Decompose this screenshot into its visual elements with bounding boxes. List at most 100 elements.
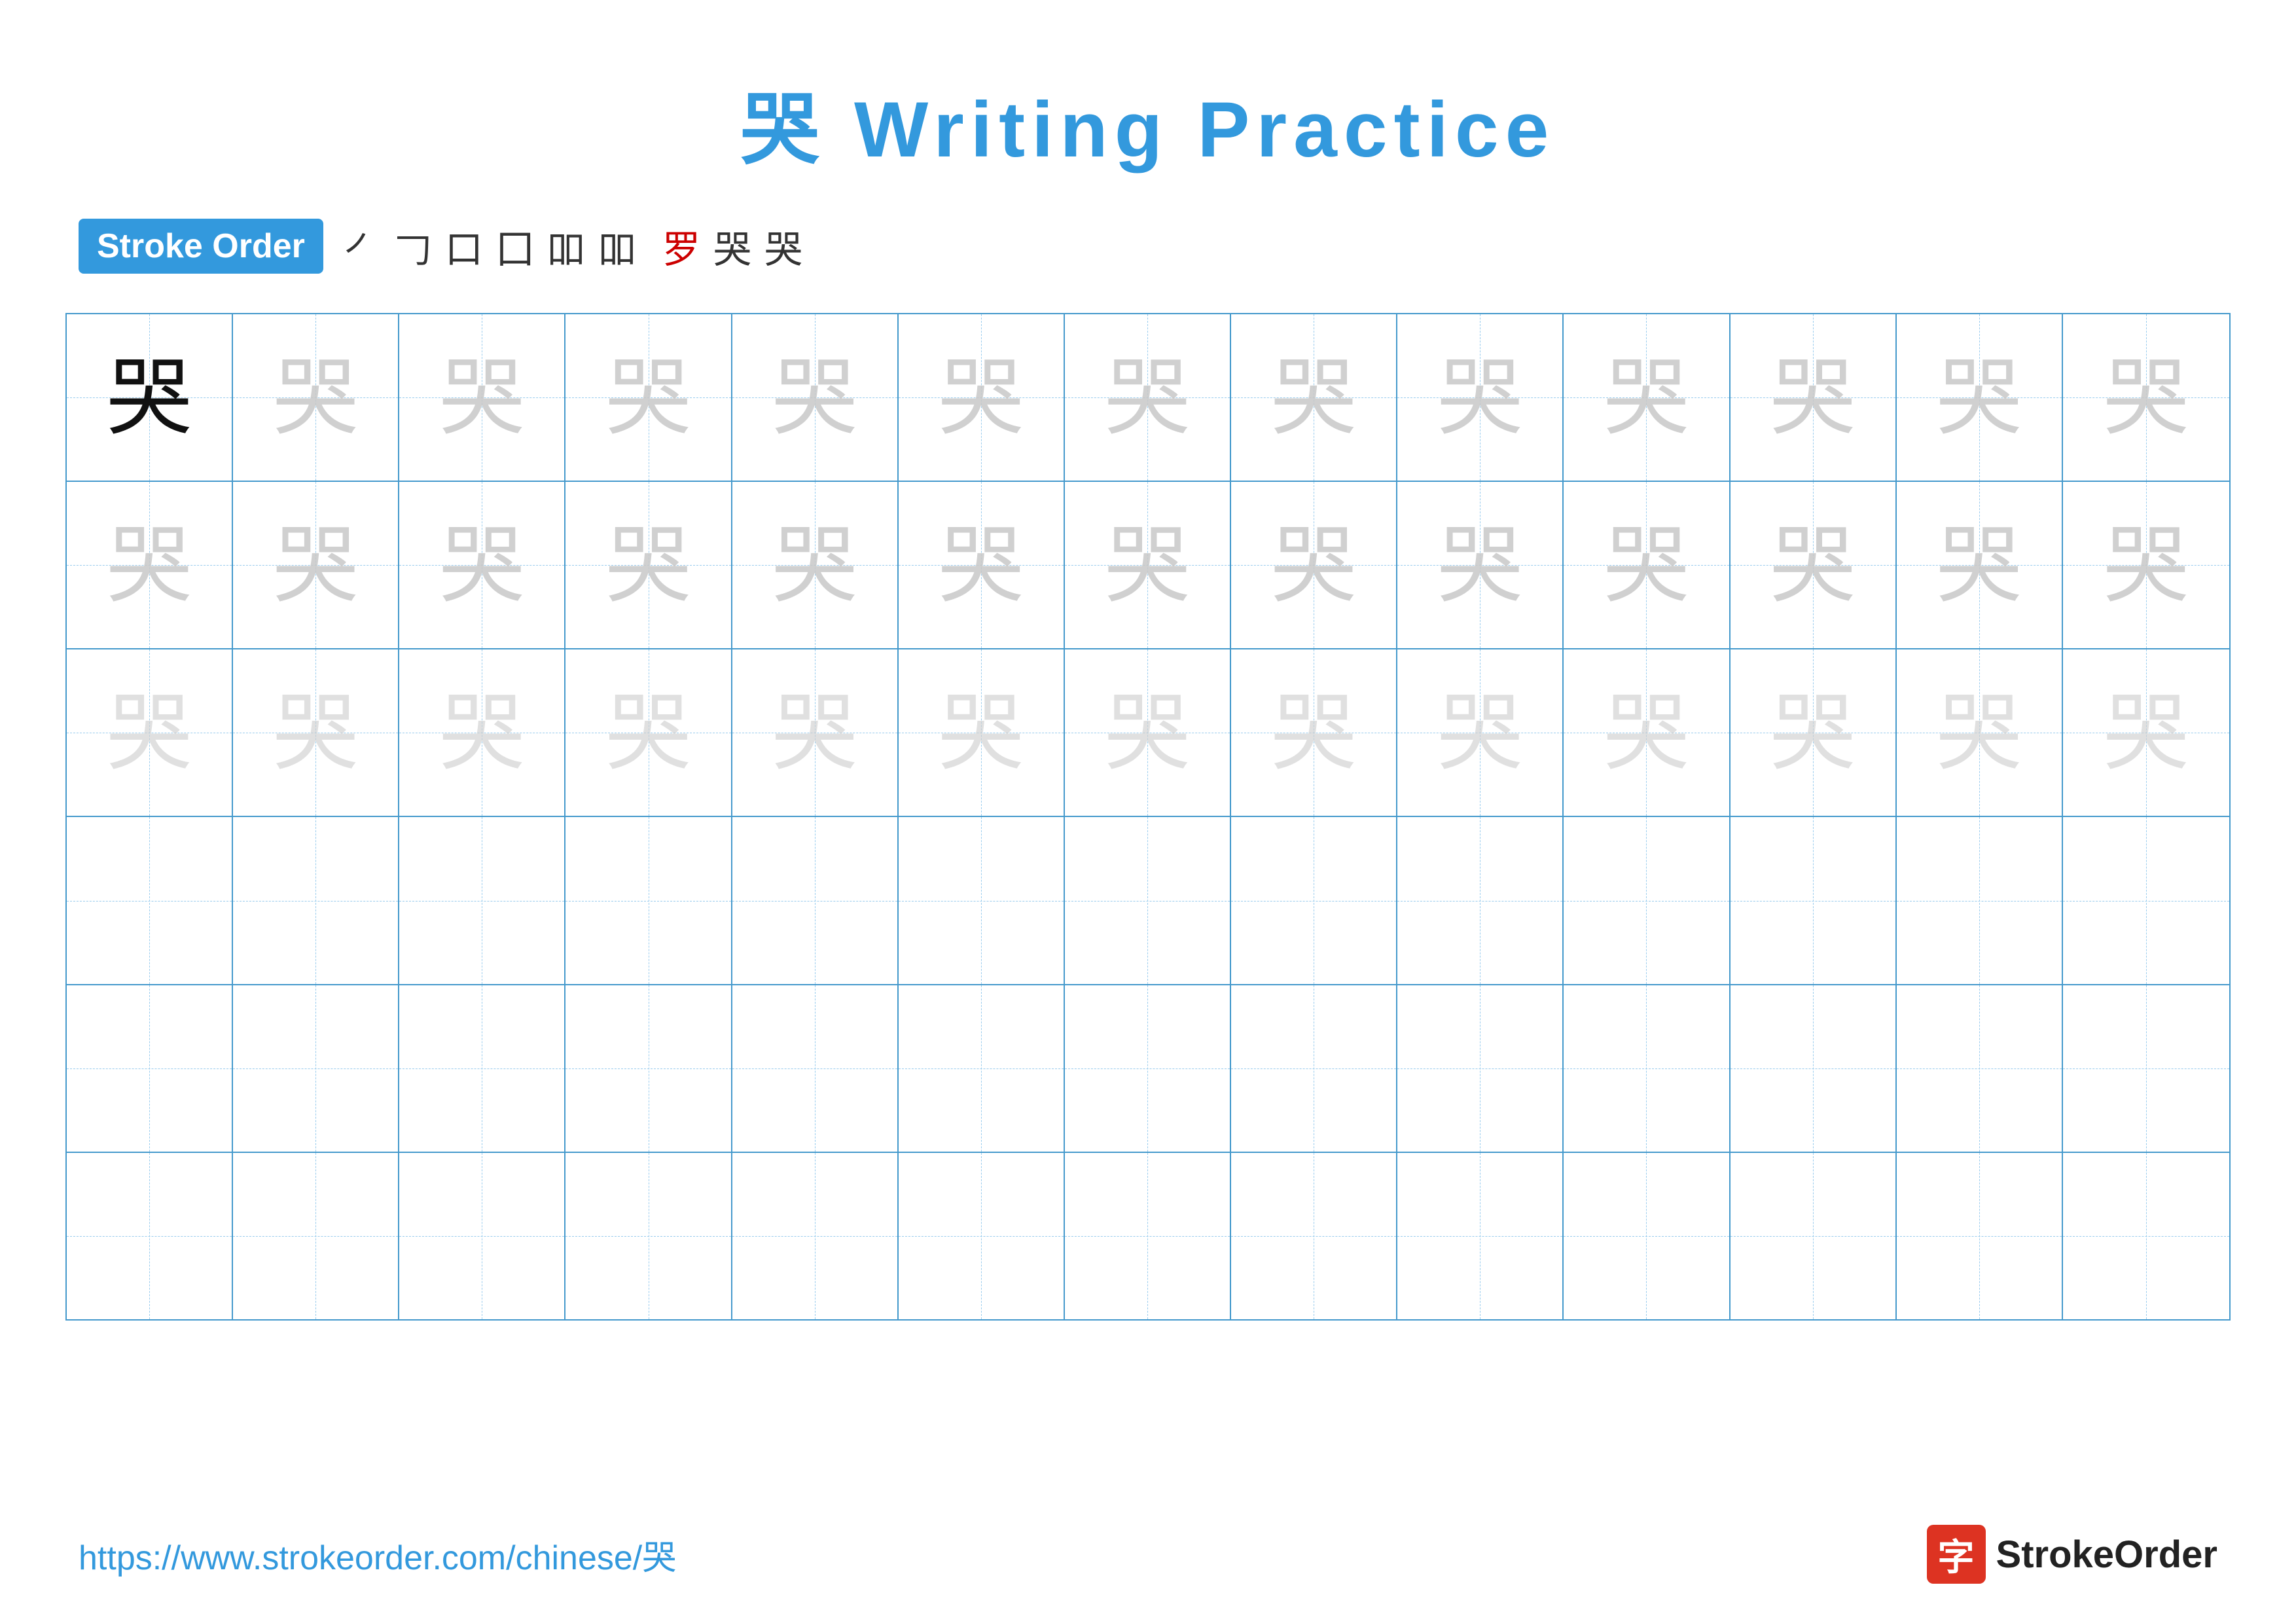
grid-cell-5-9[interactable] <box>1397 985 1564 1152</box>
stroke-step-4: 囗 <box>496 219 534 274</box>
grid-row-3: 哭 哭 哭 哭 哭 哭 哭 哭 哭 哭 哭 哭 哭 <box>67 649 2229 817</box>
grid-cell-6-2[interactable] <box>233 1153 399 1319</box>
page-title: 哭 Writing Practice <box>0 0 2296 179</box>
grid-cell-3-5[interactable]: 哭 <box>732 649 899 816</box>
grid-row-6 <box>67 1153 2229 1319</box>
logo-icon: 字 <box>1927 1525 1986 1584</box>
stroke-step-1: ㇒ <box>343 219 381 274</box>
title-label: Writing Practice <box>826 86 1556 173</box>
grid-cell-6-4[interactable] <box>565 1153 732 1319</box>
grid-cell-1-1[interactable]: 哭 <box>67 314 233 481</box>
grid-cell-5-10[interactable] <box>1564 985 1730 1152</box>
grid-cell-5-6[interactable] <box>899 985 1065 1152</box>
grid-cell-6-1[interactable] <box>67 1153 233 1319</box>
grid-cell-1-10[interactable]: 哭 <box>1564 314 1730 481</box>
footer-url: https://www.strokeorder.com/chinese/哭 <box>79 1530 676 1579</box>
grid-cell-6-12[interactable] <box>1897 1153 2063 1319</box>
grid-cell-6-10[interactable] <box>1564 1153 1730 1319</box>
grid-cell-4-3[interactable] <box>399 817 565 983</box>
grid-cell-5-12[interactable] <box>1897 985 2063 1152</box>
grid-cell-3-8[interactable]: 哭 <box>1231 649 1397 816</box>
grid-cell-4-11[interactable] <box>1731 817 1897 983</box>
logo-text: StrokeOrder <box>1996 1533 2217 1577</box>
grid-cell-5-1[interactable] <box>67 985 233 1152</box>
grid-cell-6-8[interactable] <box>1231 1153 1397 1319</box>
grid-cell-5-2[interactable] <box>233 985 399 1152</box>
grid-cell-2-11[interactable]: 哭 <box>1731 482 1897 648</box>
stroke-step-3: 口 <box>445 219 483 274</box>
grid-cell-3-13[interactable]: 哭 <box>2063 649 2229 816</box>
grid-cell-4-9[interactable] <box>1397 817 1564 983</box>
grid-cell-1-11[interactable]: 哭 <box>1731 314 1897 481</box>
grid-cell-3-9[interactable]: 哭 <box>1397 649 1564 816</box>
grid-cell-1-8[interactable]: 哭 <box>1231 314 1397 481</box>
grid-cell-1-6[interactable]: 哭 <box>899 314 1065 481</box>
grid-cell-2-3[interactable]: 哭 <box>399 482 565 648</box>
grid-cell-1-3[interactable]: 哭 <box>399 314 565 481</box>
grid-cell-1-5[interactable]: 哭 <box>732 314 899 481</box>
grid-cell-2-6[interactable]: 哭 <box>899 482 1065 648</box>
stroke-step-6: 吅 <box>598 219 636 274</box>
grid-cell-6-3[interactable] <box>399 1153 565 1319</box>
grid-cell-1-12[interactable]: 哭 <box>1897 314 2063 481</box>
grid-cell-4-7[interactable] <box>1065 817 1231 983</box>
grid-cell-1-2[interactable]: 哭 <box>233 314 399 481</box>
grid-cell-6-9[interactable] <box>1397 1153 1564 1319</box>
grid-cell-3-10[interactable]: 哭 <box>1564 649 1730 816</box>
grid-cell-5-11[interactable] <box>1731 985 1897 1152</box>
grid-cell-2-12[interactable]: 哭 <box>1897 482 2063 648</box>
grid-cell-2-2[interactable]: 哭 <box>233 482 399 648</box>
grid-cell-3-3[interactable]: 哭 <box>399 649 565 816</box>
grid-cell-4-8[interactable] <box>1231 817 1397 983</box>
grid-row-1: 哭 哭 哭 哭 哭 哭 哭 哭 哭 哭 哭 哭 哭 <box>67 314 2229 482</box>
grid-cell-4-13[interactable] <box>2063 817 2229 983</box>
grid-cell-6-13[interactable] <box>2063 1153 2229 1319</box>
grid-cell-4-10[interactable] <box>1564 817 1730 983</box>
grid-cell-2-9[interactable]: 哭 <box>1397 482 1564 648</box>
stroke-step-10: 哭 <box>764 219 802 274</box>
practice-grid: 哭 哭 哭 哭 哭 哭 哭 哭 哭 哭 哭 哭 哭 哭 哭 哭 哭 哭 哭 哭 … <box>65 313 2231 1321</box>
grid-cell-1-9[interactable]: 哭 <box>1397 314 1564 481</box>
stroke-order-badge: Stroke Order <box>79 219 323 274</box>
grid-cell-3-1[interactable]: 哭 <box>67 649 233 816</box>
stroke-step-2: 𠃌 <box>394 219 432 274</box>
grid-cell-4-4[interactable] <box>565 817 732 983</box>
grid-cell-5-4[interactable] <box>565 985 732 1152</box>
grid-cell-4-12[interactable] <box>1897 817 2063 983</box>
grid-cell-6-11[interactable] <box>1731 1153 1897 1319</box>
grid-cell-6-7[interactable] <box>1065 1153 1231 1319</box>
grid-cell-2-1[interactable]: 哭 <box>67 482 233 648</box>
grid-cell-3-6[interactable]: 哭 <box>899 649 1065 816</box>
grid-cell-5-5[interactable] <box>732 985 899 1152</box>
grid-cell-1-4[interactable]: 哭 <box>565 314 732 481</box>
grid-cell-2-7[interactable]: 哭 <box>1065 482 1231 648</box>
grid-cell-6-6[interactable] <box>899 1153 1065 1319</box>
grid-cell-3-4[interactable]: 哭 <box>565 649 732 816</box>
grid-cell-4-2[interactable] <box>233 817 399 983</box>
footer: https://www.strokeorder.com/chinese/哭 字 … <box>0 1525 2296 1584</box>
stroke-step-8: 罗 <box>662 219 700 274</box>
grid-cell-4-1[interactable] <box>67 817 233 983</box>
grid-cell-1-7[interactable]: 哭 <box>1065 314 1231 481</box>
grid-row-2: 哭 哭 哭 哭 哭 哭 哭 哭 哭 哭 哭 哭 哭 <box>67 482 2229 649</box>
grid-cell-5-7[interactable] <box>1065 985 1231 1152</box>
grid-row-5 <box>67 985 2229 1153</box>
grid-cell-2-8[interactable]: 哭 <box>1231 482 1397 648</box>
grid-cell-4-5[interactable] <box>732 817 899 983</box>
grid-cell-5-8[interactable] <box>1231 985 1397 1152</box>
grid-cell-4-6[interactable] <box>899 817 1065 983</box>
grid-cell-3-7[interactable]: 哭 <box>1065 649 1231 816</box>
grid-cell-3-2[interactable]: 哭 <box>233 649 399 816</box>
grid-cell-5-3[interactable] <box>399 985 565 1152</box>
title-character: 哭 <box>741 86 826 173</box>
grid-cell-3-11[interactable]: 哭 <box>1731 649 1897 816</box>
stroke-order-row: Stroke Order ㇒ 𠃌 口 囗 吅 吅 𡆧 罗 哭 哭 <box>0 179 2296 293</box>
grid-cell-6-5[interactable] <box>732 1153 899 1319</box>
grid-cell-2-4[interactable]: 哭 <box>565 482 732 648</box>
grid-cell-1-13[interactable]: 哭 <box>2063 314 2229 481</box>
grid-cell-5-13[interactable] <box>2063 985 2229 1152</box>
grid-cell-2-13[interactable]: 哭 <box>2063 482 2229 648</box>
grid-cell-2-5[interactable]: 哭 <box>732 482 899 648</box>
grid-cell-2-10[interactable]: 哭 <box>1564 482 1730 648</box>
grid-cell-3-12[interactable]: 哭 <box>1897 649 2063 816</box>
